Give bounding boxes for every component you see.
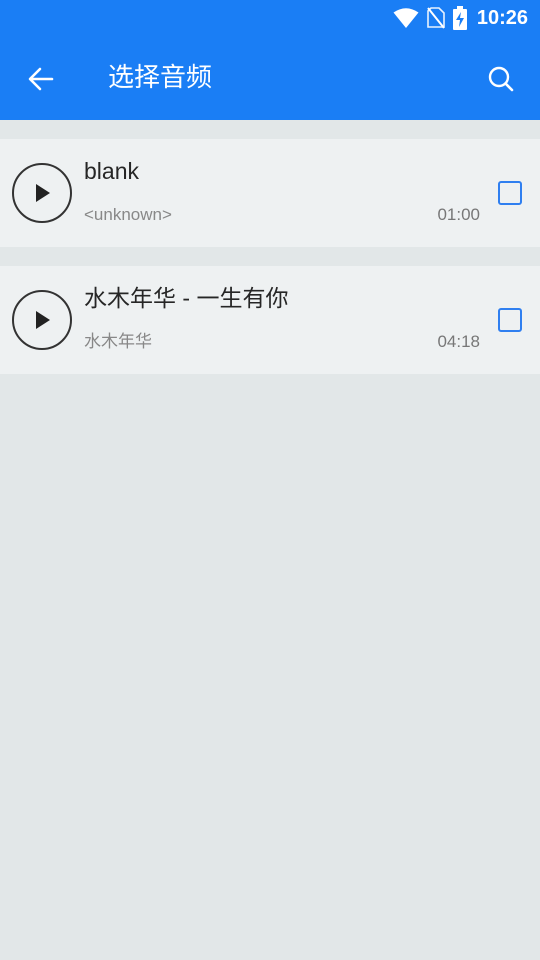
app-bar: 选择音频 <box>0 36 540 120</box>
play-icon <box>36 184 50 202</box>
audio-duration: 04:18 <box>437 332 480 351</box>
search-button[interactable] <box>476 54 526 104</box>
audio-duration: 01:00 <box>437 205 480 224</box>
audio-artist: <unknown> <box>84 205 172 224</box>
select-checkbox[interactable] <box>498 181 522 205</box>
audio-artist: 水木年华 <box>84 332 152 351</box>
list-item[interactable]: blank <unknown> 01:00 <box>0 139 540 247</box>
audio-title: blank <box>84 158 139 184</box>
play-button[interactable] <box>12 290 72 350</box>
no-sim-icon <box>427 7 445 29</box>
select-checkbox[interactable] <box>498 308 522 332</box>
audio-title: 水木年华 - 一生有你 <box>84 285 289 311</box>
arrow-back-icon <box>28 67 54 91</box>
page-title: 选择音频 <box>108 63 213 93</box>
status-time: 10:26 <box>476 6 528 29</box>
battery-charging-icon <box>452 6 467 30</box>
list-item[interactable]: 水木年华 - 一生有你 水木年华 04:18 <box>0 266 540 374</box>
play-icon <box>36 311 50 329</box>
search-icon <box>488 66 514 92</box>
wifi-icon <box>393 7 419 29</box>
status-bar: 10:26 <box>0 0 540 36</box>
play-button[interactable] <box>12 163 72 223</box>
back-button[interactable] <box>16 54 66 104</box>
